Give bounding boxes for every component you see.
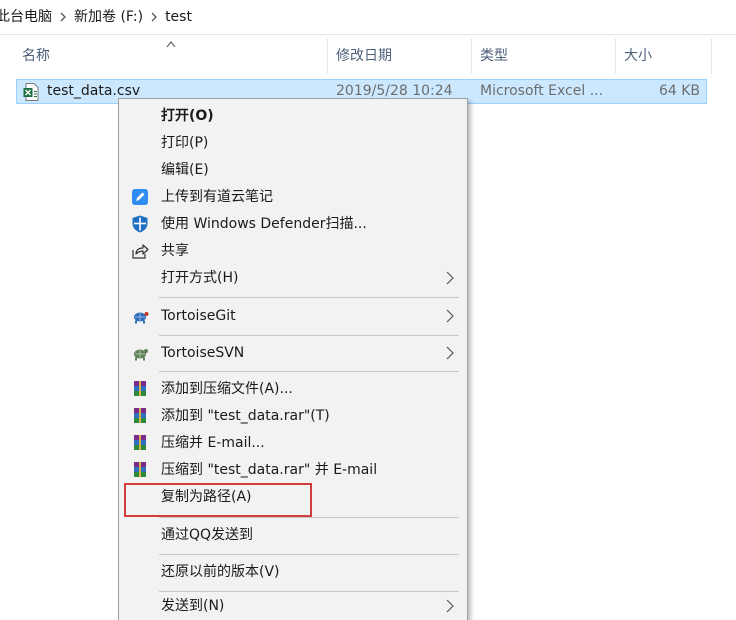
- menu-separator: [159, 335, 459, 336]
- menu-item-send-qq[interactable]: 通过QQ发送到: [119, 522, 467, 549]
- menu-item-upload-youdao[interactable]: 上传到有道云笔记: [119, 184, 467, 211]
- winrar-icon: [131, 380, 149, 398]
- menu-item-label: TortoiseSVN: [161, 345, 245, 361]
- column-headers: 名称 修改日期 类型 大小: [0, 38, 736, 74]
- menu-item-share[interactable]: 共享: [119, 238, 467, 265]
- youdao-note-icon: [131, 188, 149, 206]
- menu-separator: [159, 554, 459, 555]
- winrar-icon: [131, 461, 149, 479]
- menu-item-compress-email[interactable]: 压缩并 E-mail...: [119, 430, 467, 457]
- excel-csv-file-icon: [23, 83, 39, 101]
- menu-item-label: 上传到有道云笔记: [161, 189, 273, 205]
- menu-item-add-to-rar[interactable]: 添加到 "test_data.rar"(T): [119, 403, 467, 430]
- windows-defender-shield-icon: [131, 215, 149, 233]
- tortoisegit-icon: [131, 307, 149, 325]
- menu-item-add-to-archive[interactable]: 添加到压缩文件(A)...: [119, 376, 467, 403]
- menu-item-label: 压缩并 E-mail...: [161, 435, 265, 451]
- file-size: 64 KB: [658, 83, 700, 99]
- column-header-date[interactable]: 修改日期: [328, 38, 472, 74]
- breadcrumb: 此台电脑 新加卷 (F:) test: [0, 0, 736, 35]
- context-menu: 打开(O) 打印(P) 编辑(E) 上传到有道云笔记 使用 Windows De…: [118, 98, 468, 620]
- menu-item-label: 添加到压缩文件(A)...: [161, 381, 293, 397]
- breadcrumb-test-folder[interactable]: test: [159, 0, 198, 34]
- breadcrumb-drive-f[interactable]: 新加卷 (F:): [68, 0, 149, 34]
- column-header-size[interactable]: 大小: [616, 38, 712, 74]
- menu-item-open[interactable]: 打开(O): [119, 103, 467, 130]
- menu-item-open-with[interactable]: 打开方式(H): [119, 265, 467, 292]
- menu-item-label: 打印(P): [161, 135, 209, 151]
- menu-item-label: 添加到 "test_data.rar"(T): [161, 408, 330, 424]
- menu-separator: [159, 371, 459, 372]
- winrar-icon: [131, 407, 149, 425]
- menu-item-label: 压缩到 "test_data.rar" 并 E-mail: [161, 462, 378, 478]
- submenu-arrow-icon: [445, 599, 455, 613]
- menu-item-tortoisesvn[interactable]: TortoiseSVN: [119, 340, 467, 367]
- menu-item-label: 打开(O): [161, 108, 214, 124]
- menu-item-label: 打开方式(H): [161, 270, 239, 286]
- menu-item-send-to[interactable]: 发送到(N): [119, 593, 467, 620]
- share-icon: [131, 242, 149, 260]
- submenu-arrow-icon: [445, 346, 455, 360]
- menu-item-edit[interactable]: 编辑(E): [119, 157, 467, 184]
- menu-item-tortoisegit[interactable]: TortoiseGit: [119, 303, 467, 330]
- chevron-right-icon[interactable]: [149, 12, 159, 22]
- submenu-arrow-icon: [445, 271, 455, 285]
- chevron-right-icon[interactable]: [58, 12, 68, 22]
- menu-separator: [159, 517, 459, 518]
- column-header-name[interactable]: 名称: [14, 38, 328, 74]
- menu-separator: [159, 297, 459, 298]
- menu-item-label: 使用 Windows Defender扫描...: [161, 216, 367, 232]
- winrar-icon: [131, 434, 149, 452]
- menu-separator: [159, 591, 459, 592]
- menu-item-restore-versions[interactable]: 还原以前的版本(V): [119, 559, 467, 586]
- menu-item-label: TortoiseGit: [161, 308, 236, 324]
- breadcrumb-this-pc[interactable]: 此台电脑: [0, 0, 58, 34]
- menu-item-label: 编辑(E): [161, 162, 209, 178]
- menu-item-label: 还原以前的版本(V): [161, 564, 280, 580]
- file-explorer-window: 此台电脑 新加卷 (F:) test 名称 修改日期 类型 大小 test_da…: [0, 0, 736, 620]
- column-header-type[interactable]: 类型: [472, 38, 616, 74]
- submenu-arrow-icon: [445, 309, 455, 323]
- menu-item-print[interactable]: 打印(P): [119, 130, 467, 157]
- tortoisesvn-icon: [131, 344, 149, 362]
- menu-item-compress-rar-email[interactable]: 压缩到 "test_data.rar" 并 E-mail: [119, 457, 467, 484]
- menu-item-label: 共享: [161, 243, 189, 259]
- highlight-annotation-box: [124, 483, 312, 517]
- menu-item-defender-scan[interactable]: 使用 Windows Defender扫描...: [119, 211, 467, 238]
- menu-item-label: 通过QQ发送到: [161, 527, 254, 543]
- menu-item-label: 发送到(N): [161, 598, 225, 614]
- file-type: Microsoft Excel ...: [480, 83, 604, 99]
